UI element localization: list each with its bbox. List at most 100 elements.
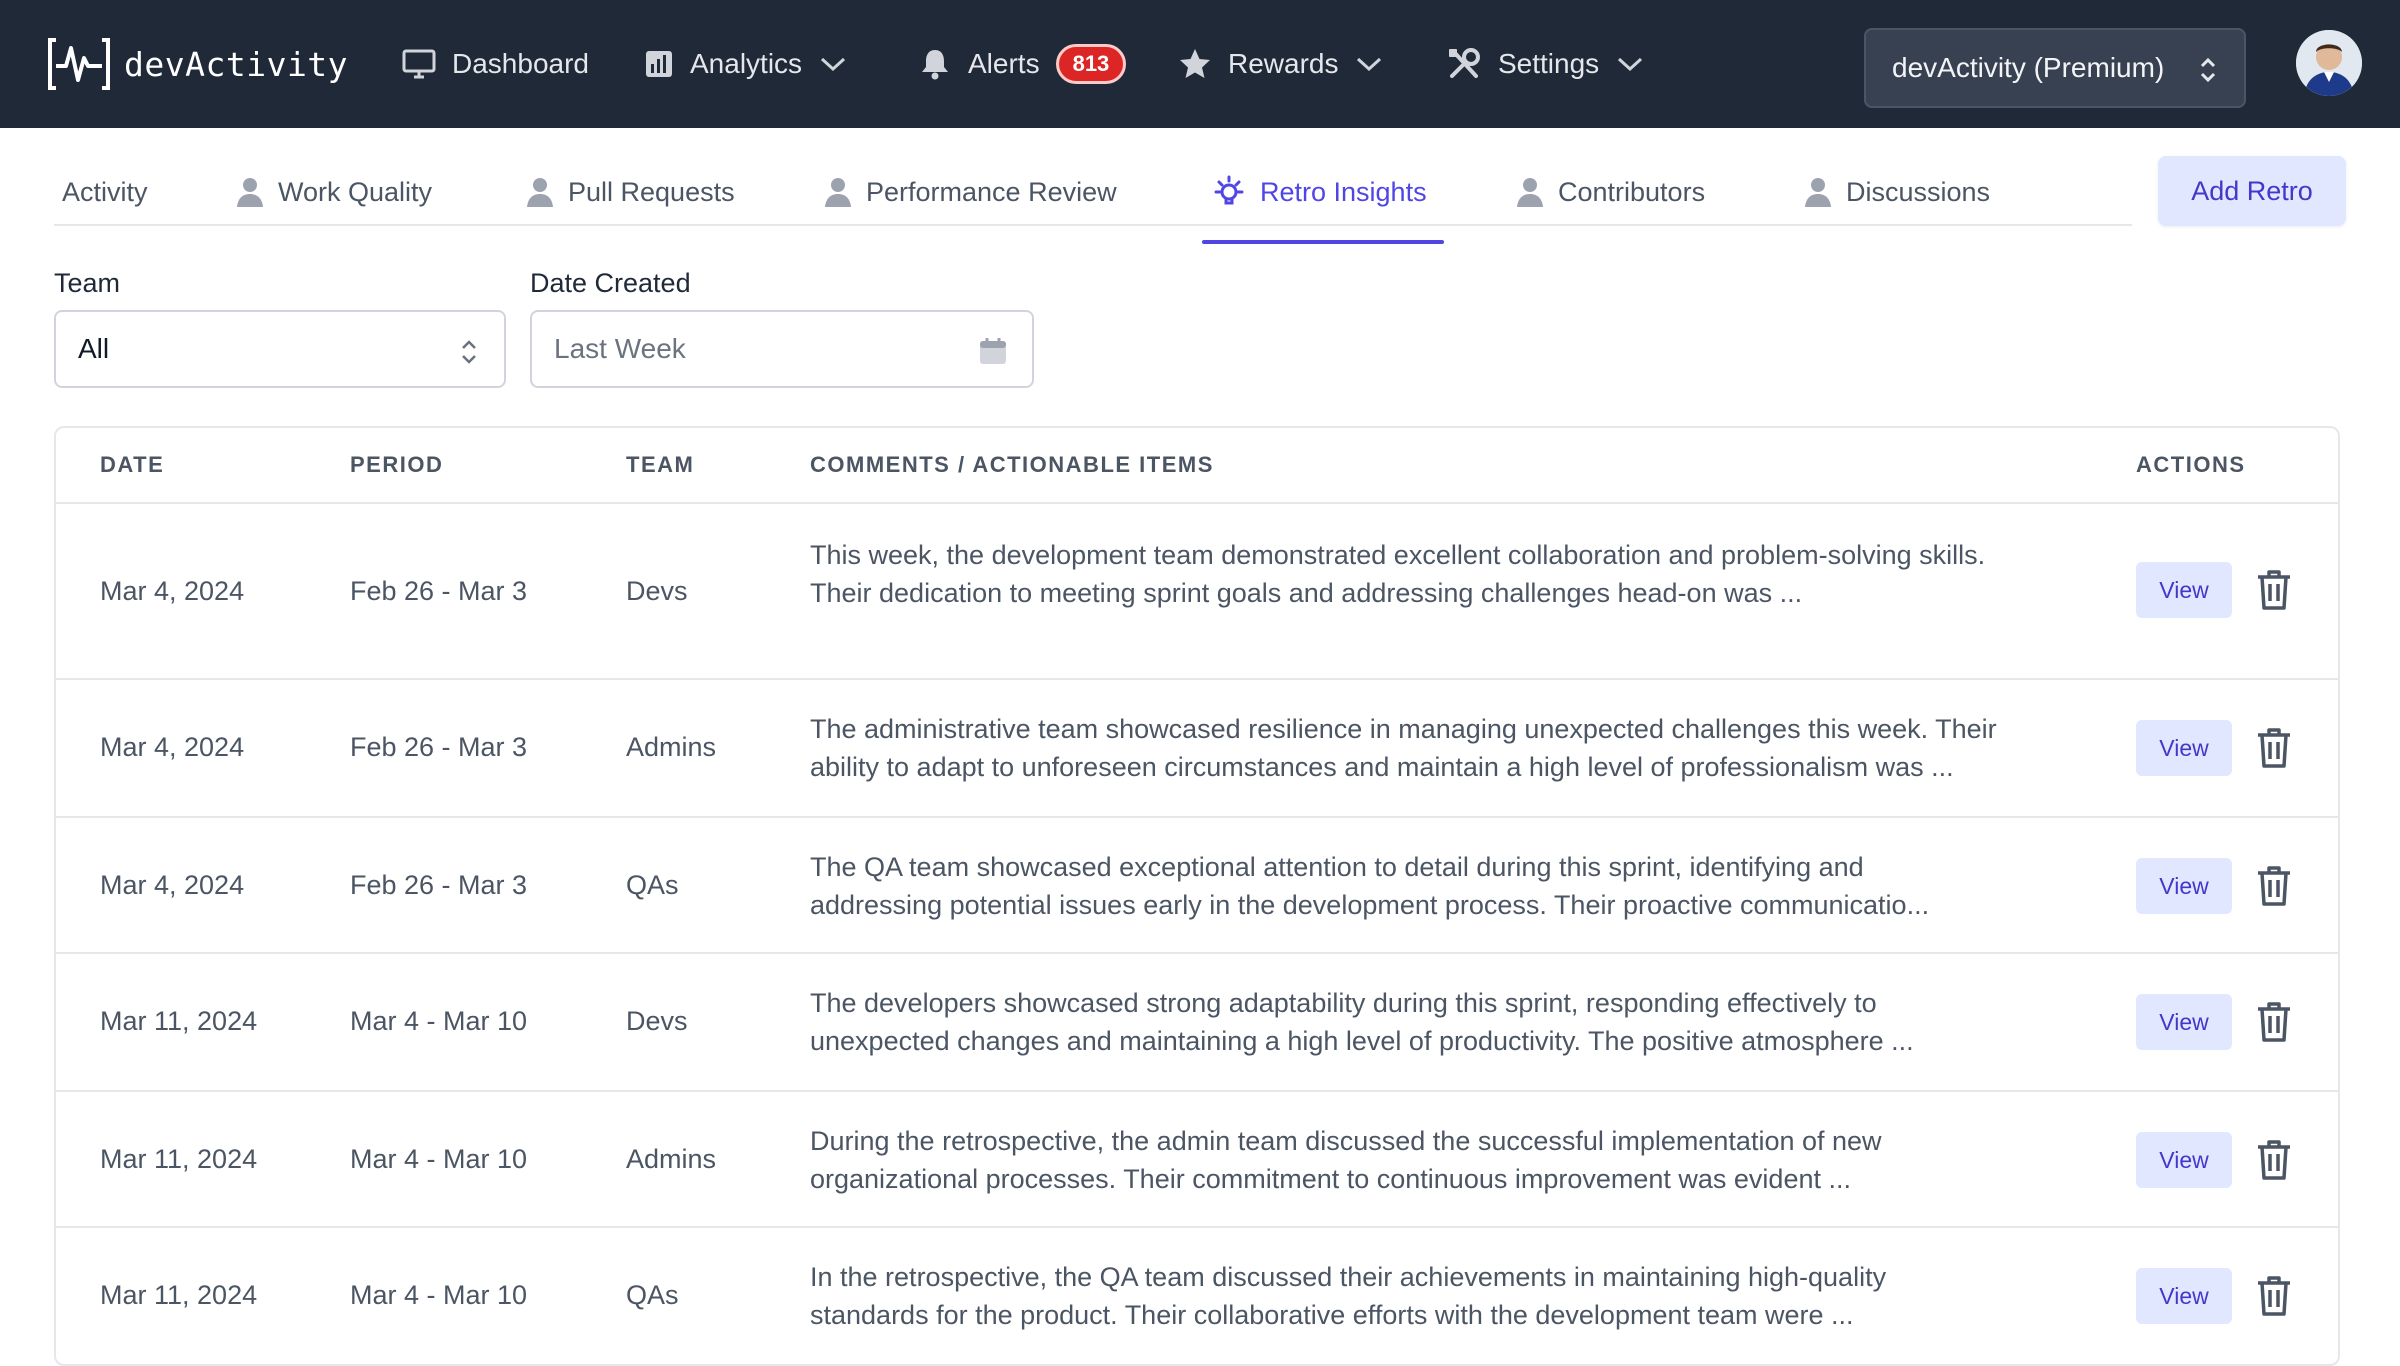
nav-analytics[interactable]: Analytics xyxy=(644,40,848,88)
user-avatar[interactable] xyxy=(2296,30,2362,96)
chevron-down-icon xyxy=(1618,57,1643,72)
trash-icon[interactable] xyxy=(2254,568,2294,612)
table-header: DATE PERIOD TEAM COMMENTS / ACTIONABLE I… xyxy=(56,428,2338,504)
row-date: Mar 11, 2024 xyxy=(100,1144,258,1174)
row-comment-line: Their dedication to meeting sprint goals… xyxy=(810,578,1803,608)
nav-rewards-label: Rewards xyxy=(1228,48,1339,79)
trash-icon[interactable] xyxy=(2254,1138,2294,1182)
tab-contributors-label: Contributors xyxy=(1558,176,1706,207)
view-button[interactable]: View xyxy=(2136,1268,2232,1324)
trash-icon[interactable] xyxy=(2254,864,2294,908)
row-comment: The QA team showcased exceptional attent… xyxy=(810,848,2110,924)
row-comment-line: ability to adapt to unforeseen circumsta… xyxy=(810,752,1954,782)
row-comment-line: standards for the product. Their collabo… xyxy=(810,1300,1854,1330)
nav-alerts[interactable]: Alerts 813 xyxy=(918,40,1127,88)
trash-icon[interactable] xyxy=(2254,1274,2294,1318)
row-team: Devs xyxy=(626,1006,688,1036)
row-comment-line: In the retrospective, the QA team discus… xyxy=(810,1262,1887,1292)
row-date: Mar 4, 2024 xyxy=(100,870,245,900)
row-date: Mar 4, 2024 xyxy=(100,732,245,762)
view-button[interactable]: View xyxy=(2136,1132,2232,1188)
organization-selector[interactable]: devActivity (Premium) xyxy=(1864,28,2246,108)
view-button[interactable]: View xyxy=(2136,858,2232,914)
row-comment-line: addressing potential issues early in the… xyxy=(810,890,1930,920)
tab-retro-insights[interactable]: Retro Insights xyxy=(1212,170,1427,214)
tab-work-quality[interactable]: Work Quality xyxy=(236,170,432,214)
view-button[interactable]: View xyxy=(2136,994,2232,1050)
view-button[interactable]: View xyxy=(2136,720,2232,776)
row-comment: In the retrospective, the QA team discus… xyxy=(810,1258,2110,1334)
row-period: Mar 4 - Mar 10 xyxy=(350,1280,528,1310)
row-comment-line: The QA team showcased exceptional attent… xyxy=(810,852,1864,882)
trash-icon[interactable] xyxy=(2254,726,2294,770)
brand-name: devActivity xyxy=(124,44,349,84)
column-header-period: PERIOD xyxy=(350,452,444,477)
organization-selector-value: devActivity (Premium) xyxy=(1892,52,2165,83)
lightbulb-icon xyxy=(1214,175,1244,205)
row-comment: The administrative team showcased resili… xyxy=(810,710,2110,786)
nav-settings-label: Settings xyxy=(1498,48,1600,79)
table-row: Mar 11, 2024 Mar 4 - Mar 10 Devs The dev… xyxy=(56,954,2338,1092)
brand-logo[interactable]: devActivity xyxy=(46,36,348,92)
row-period: Feb 26 - Mar 3 xyxy=(350,732,528,762)
add-retro-button[interactable]: Add Retro xyxy=(2158,156,2346,226)
table-row: Mar 4, 2024 Feb 26 - Mar 3 Admins The ad… xyxy=(56,680,2338,818)
date-created-placeholder: Last Week xyxy=(554,333,686,364)
table-row: Mar 4, 2024 Feb 26 - Mar 3 Devs This wee… xyxy=(56,504,2338,680)
star-icon xyxy=(1180,49,1210,78)
row-period: Feb 26 - Mar 3 xyxy=(350,870,528,900)
active-tab-indicator xyxy=(1202,240,1444,244)
table-row: Mar 4, 2024 Feb 26 - Mar 3 QAs The QA te… xyxy=(56,818,2338,954)
row-comment-line: The developers showcased strong adaptabi… xyxy=(810,988,1877,1018)
row-comment-line: During the retrospective, the admin team… xyxy=(810,1126,1882,1156)
row-comment-line: This week, the development team demonstr… xyxy=(810,540,1986,570)
chevron-updown-icon xyxy=(2200,57,2216,83)
alerts-count-badge: 813 xyxy=(1055,44,1127,84)
bell-icon xyxy=(922,50,948,80)
team-select[interactable]: All xyxy=(54,310,506,388)
tab-work-quality-label: Work Quality xyxy=(278,176,433,207)
column-header-team: TEAM xyxy=(626,452,695,477)
row-comment: This week, the development team demonstr… xyxy=(810,536,2110,612)
date-created-picker[interactable]: Last Week xyxy=(530,310,1034,388)
nav-rewards[interactable]: Rewards xyxy=(1178,40,1384,88)
user-photo-icon xyxy=(2296,30,2362,96)
column-header-actions: ACTIONS xyxy=(2136,452,2246,477)
view-button[interactable]: View xyxy=(2136,562,2232,618)
row-comment: During the retrospective, the admin team… xyxy=(810,1122,2110,1198)
trash-icon[interactable] xyxy=(2254,1000,2294,1044)
row-comment-line: The administrative team showcased resili… xyxy=(810,714,1997,744)
row-comment-line: organizational processes. Their commitme… xyxy=(810,1164,1851,1194)
nav-settings[interactable]: Settings xyxy=(1446,40,1645,88)
tab-discussions[interactable]: Discussions xyxy=(1804,170,1990,214)
person-icon xyxy=(527,178,553,207)
tab-performance-review[interactable]: Performance Review xyxy=(824,170,1117,214)
bar-chart-icon xyxy=(646,51,672,77)
nav-analytics-label: Analytics xyxy=(690,48,803,79)
column-header-date: DATE xyxy=(100,452,165,477)
retro-insights-table: DATE PERIOD TEAM COMMENTS / ACTIONABLE I… xyxy=(54,426,2340,1366)
row-date: Mar 11, 2024 xyxy=(100,1280,258,1310)
tab-contributors[interactable]: Contributors xyxy=(1516,170,1705,214)
nav-dashboard[interactable]: Dashboard xyxy=(402,40,589,88)
chevron-updown-icon xyxy=(462,340,476,364)
team-select-value: All xyxy=(78,333,110,364)
team-filter-label: Team xyxy=(54,268,121,298)
section-tabs: Activity Work Quality Pull Requests Perf… xyxy=(54,150,2132,226)
table-row: Mar 11, 2024 Mar 4 - Mar 10 QAs In the r… xyxy=(56,1228,2338,1364)
monitor-icon xyxy=(402,49,436,79)
row-period: Mar 4 - Mar 10 xyxy=(350,1144,528,1174)
row-team: Admins xyxy=(626,1144,717,1174)
chevron-down-icon xyxy=(1357,57,1382,72)
person-icon xyxy=(1517,178,1543,207)
chevron-down-icon xyxy=(821,57,846,72)
tab-activity-label: Activity xyxy=(62,176,148,207)
row-comment-line: unexpected changes and maintaining a hig… xyxy=(810,1026,1914,1056)
tools-icon xyxy=(1449,48,1480,78)
tab-pull-requests[interactable]: Pull Requests xyxy=(526,170,735,214)
row-team: QAs xyxy=(626,870,679,900)
tab-retro-insights-label: Retro Insights xyxy=(1260,176,1427,207)
person-icon xyxy=(237,178,263,207)
tab-activity[interactable]: Activity xyxy=(62,170,148,214)
person-icon xyxy=(1805,178,1831,207)
